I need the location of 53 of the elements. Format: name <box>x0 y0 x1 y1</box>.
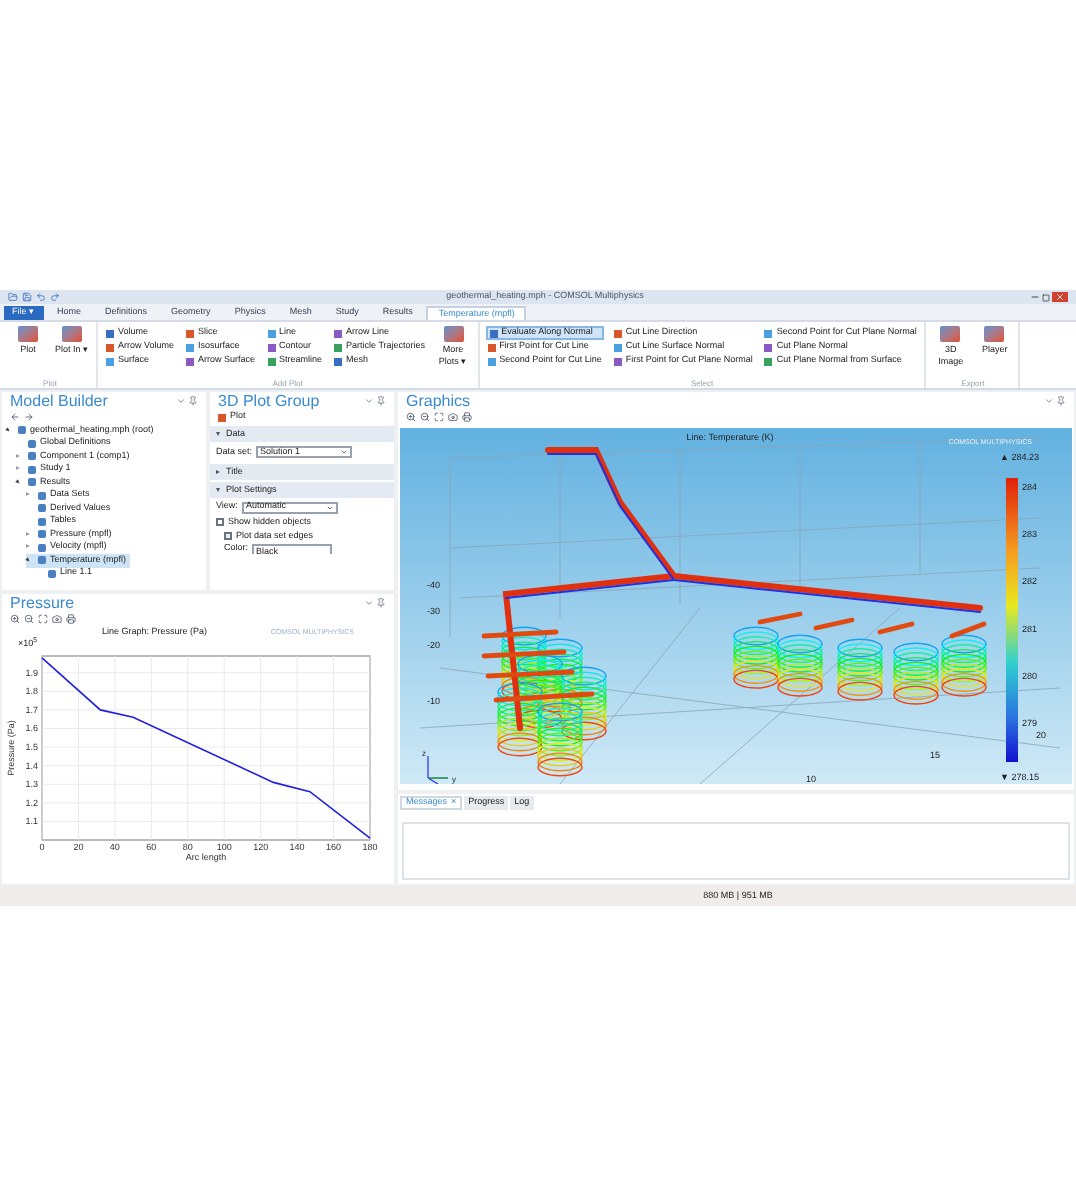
print-icon[interactable] <box>66 614 76 624</box>
forward-icon[interactable] <box>24 412 34 422</box>
expander-icon[interactable] <box>6 425 14 436</box>
node-icon <box>38 504 46 513</box>
node-icon <box>38 491 46 500</box>
maximize-icon[interactable] <box>1042 293 1050 301</box>
pin-icon[interactable] <box>376 598 386 608</box>
redo-icon[interactable] <box>50 292 60 302</box>
plot-window-icon <box>940 326 961 342</box>
open-icon[interactable] <box>8 292 18 302</box>
node-icon <box>18 426 26 435</box>
plot-type-icon <box>218 413 226 421</box>
node-icon <box>38 530 46 539</box>
dropdown-icon[interactable] <box>1044 396 1054 406</box>
plot-window-icon <box>984 326 1005 342</box>
checkbox[interactable] <box>216 518 224 526</box>
back-icon[interactable] <box>10 412 20 422</box>
zoom-out-icon[interactable] <box>420 412 430 422</box>
node-icon <box>38 517 46 526</box>
axis-triad-drawing <box>427 755 449 784</box>
minimize-icon[interactable] <box>1030 292 1040 302</box>
node-icon <box>48 569 56 578</box>
dropdown-icon[interactable] <box>176 396 186 406</box>
panel-title: Pressure <box>10 595 75 611</box>
plot-window-icon <box>443 326 464 342</box>
panel-title: Model Builder <box>10 393 108 409</box>
node-icon <box>28 465 36 474</box>
node-icon <box>38 543 46 552</box>
node-icon <box>38 556 46 565</box>
pin-icon[interactable] <box>376 396 386 406</box>
zoom-extents-icon[interactable] <box>434 412 444 422</box>
camera-icon[interactable] <box>448 412 458 422</box>
node-icon <box>28 478 36 487</box>
zoom-extents-icon[interactable] <box>38 614 48 624</box>
pin-icon[interactable] <box>188 396 198 406</box>
panel-title: Graphics <box>406 393 471 409</box>
node-icon <box>28 452 36 461</box>
pin-icon[interactable] <box>1056 396 1066 406</box>
panel-title: 3D Plot Group <box>218 393 320 409</box>
node-icon <box>28 439 36 448</box>
zoom-out-icon[interactable] <box>24 614 34 624</box>
close-icon[interactable] <box>1052 292 1068 302</box>
print-icon[interactable] <box>462 412 472 422</box>
plot-window-icon <box>18 326 38 342</box>
zoom-in-icon[interactable] <box>10 614 20 624</box>
plot-window-icon <box>62 326 82 342</box>
zoom-in-icon[interactable] <box>406 412 416 422</box>
save-icon[interactable] <box>22 292 32 302</box>
undo-icon[interactable] <box>36 292 46 302</box>
dropdown-icon[interactable] <box>364 396 374 406</box>
checkbox[interactable] <box>224 532 232 540</box>
dropdown-icon[interactable] <box>364 598 374 608</box>
camera-icon[interactable] <box>52 614 62 624</box>
